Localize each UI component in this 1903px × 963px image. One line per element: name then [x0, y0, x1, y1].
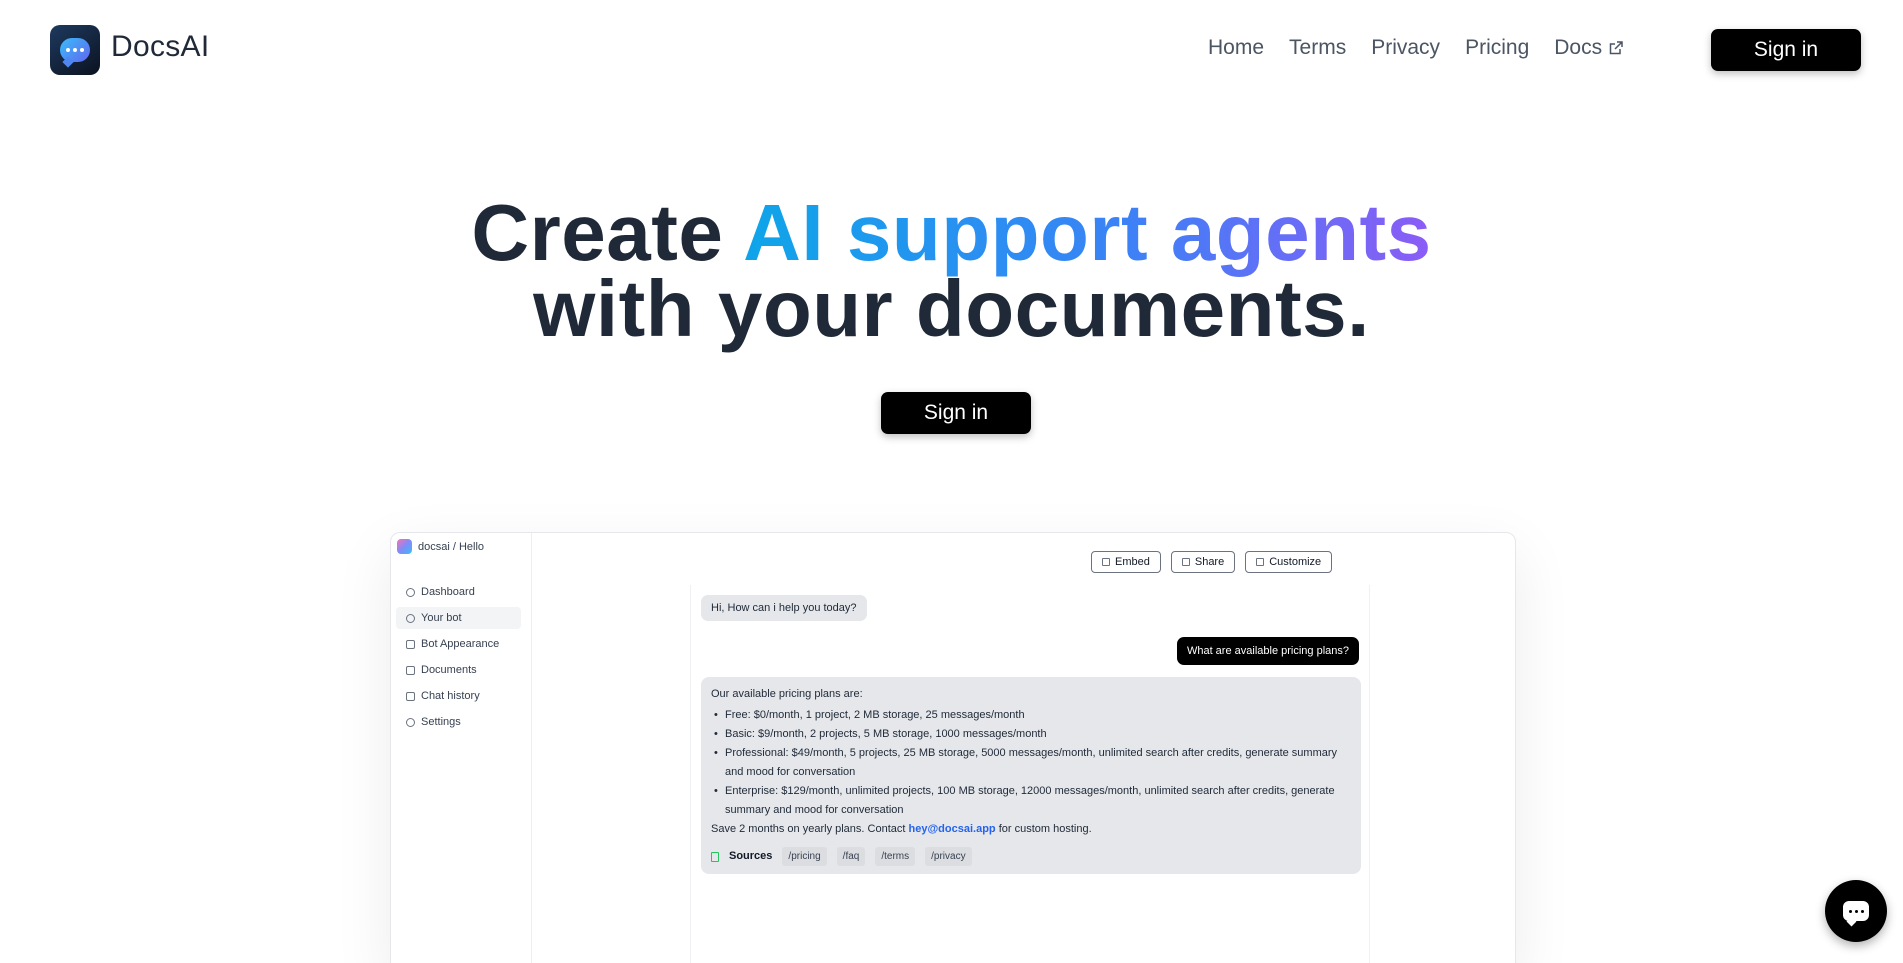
contact-email-link: hey@docsai.app	[908, 823, 996, 835]
menu-label: Chat history	[421, 690, 480, 702]
sources-label: Sources	[729, 850, 773, 862]
header-signin-button[interactable]: Sign in	[1711, 29, 1861, 71]
hero-line-1: Create AI support agents	[0, 193, 1903, 273]
nav-docs[interactable]: Docs	[1554, 36, 1624, 60]
hero-signin-button[interactable]: Sign in	[881, 392, 1031, 434]
preview-actions: Embed Share Customize	[1091, 551, 1333, 573]
workspace-logo-icon	[397, 539, 412, 554]
app-preview-screenshot: docsai / Hello Dashboard Your bot Bot Ap…	[390, 532, 1516, 963]
hero-line-2: with your documents.	[533, 264, 1370, 353]
document-icon	[711, 851, 719, 862]
code-icon	[1102, 558, 1110, 566]
preview-customize-button: Customize	[1245, 551, 1333, 573]
preview-menu-bot-appearance: Bot Appearance	[396, 633, 521, 655]
plan-item: Enterprise: $129/month, unlimited projec…	[711, 782, 1351, 820]
bot-icon	[406, 613, 415, 623]
answer-intro: Our available pricing plans are:	[711, 688, 863, 700]
menu-label: Bot Appearance	[421, 638, 500, 650]
preview-share-button: Share	[1170, 551, 1236, 573]
sources-row: Sources /pricing /faq /terms /privacy	[711, 847, 1351, 866]
preview-workspace: docsai / Hello	[397, 539, 484, 554]
save-note: Save 2 months on yearly plans. Contact h…	[711, 820, 1351, 839]
nav-docs-label: Docs	[1554, 36, 1603, 59]
user-message: What are available pricing plans?	[1176, 637, 1359, 665]
bot-answer-message: Our available pricing plans are: Free: $…	[701, 677, 1361, 874]
preview-chat-window: Hi, How can i help you today? What are a…	[690, 585, 1370, 963]
source-tag: /terms	[875, 847, 916, 866]
brand-name[interactable]: DocsAI	[111, 30, 210, 64]
preview-embed-button: Embed	[1091, 551, 1161, 573]
plan-item: Free: $0/month, 1 project, 2 MB storage,…	[711, 706, 1351, 725]
nav-terms[interactable]: Terms	[1289, 36, 1346, 60]
preview-sidebar: docsai / Hello Dashboard Your bot Bot Ap…	[391, 533, 532, 963]
nav-privacy[interactable]: Privacy	[1371, 36, 1440, 60]
folder-icon	[406, 665, 415, 675]
bot-greeting-message: Hi, How can i help you today?	[701, 595, 867, 621]
action-label: Embed	[1115, 556, 1150, 568]
workspace-name: docsai / Hello	[418, 540, 485, 553]
gear-icon	[406, 717, 415, 727]
menu-label: Dashboard	[421, 586, 475, 598]
chat-history-icon	[406, 691, 415, 701]
docsai-logo[interactable]	[50, 25, 100, 75]
logo-chat-icon	[60, 38, 90, 62]
save-text-before: Save 2 months on yearly plans. Contact	[711, 823, 909, 835]
nav-pricing[interactable]: Pricing	[1465, 36, 1529, 60]
source-tag: /faq	[836, 847, 866, 866]
plans-list: Free: $0/month, 1 project, 2 MB storage,…	[711, 706, 1351, 820]
plan-item: Professional: $49/month, 5 projects, 25 …	[711, 744, 1351, 782]
site-header: DocsAI Home Terms Privacy Pricing Docs S…	[0, 0, 1903, 100]
menu-label: Your bot	[421, 612, 462, 624]
hero-heading: Create AI support agents with your docum…	[0, 193, 1903, 353]
menu-label: Settings	[421, 716, 461, 728]
preview-menu-chat-history: Chat history	[396, 685, 521, 707]
action-label: Share	[1194, 556, 1225, 568]
source-tag: /pricing	[782, 847, 827, 866]
action-label: Customize	[1269, 556, 1322, 568]
preview-menu-dashboard: Dashboard	[396, 581, 521, 603]
paint-icon	[406, 639, 415, 649]
share-icon	[1181, 558, 1190, 566]
source-tag: /privacy	[925, 847, 972, 866]
preview-menu-settings: Settings	[396, 711, 521, 733]
customize-icon	[1256, 558, 1265, 566]
nav-home[interactable]: Home	[1208, 36, 1264, 60]
dashboard-icon	[406, 587, 415, 597]
top-nav: Home Terms Privacy Pricing Docs	[1208, 36, 1624, 60]
save-text-after: for custom hosting.	[995, 823, 1092, 835]
external-link-icon	[1609, 41, 1623, 55]
preview-menu-documents: Documents	[396, 659, 521, 681]
menu-label: Documents	[421, 664, 477, 676]
chat-bubble-icon	[1843, 901, 1869, 921]
plan-item: Basic: $9/month, 2 projects, 5 MB storag…	[711, 725, 1351, 744]
preview-menu: Dashboard Your bot Bot Appearance Docume…	[396, 581, 521, 737]
preview-menu-your-bot: Your bot	[396, 607, 521, 629]
chat-widget-button[interactable]	[1825, 880, 1887, 942]
